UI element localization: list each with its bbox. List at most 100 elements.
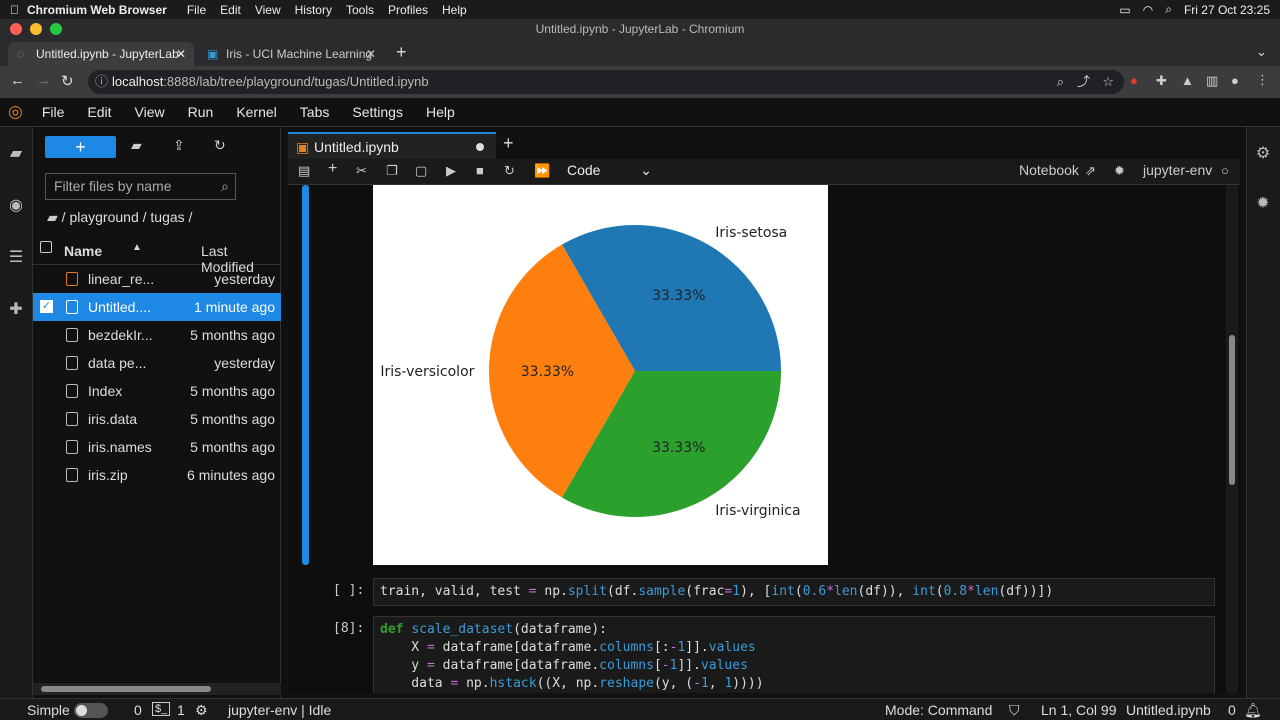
trusted-shield-icon[interactable]: ⛉ <box>1009 702 1020 719</box>
wifi-icon[interactable]: ◠ <box>1143 3 1153 17</box>
refresh-icon[interactable]: ↻ <box>214 137 226 154</box>
restart-icon[interactable]: ↻ <box>504 163 515 179</box>
url-field[interactable]: ⓘ localhost:8888/lab/tree/playground/tug… <box>88 70 1124 94</box>
kernels-count[interactable]: 1 <box>177 702 185 718</box>
reload-icon[interactable]: ↻ <box>61 72 74 90</box>
extension-manager-icon[interactable]: ✚ <box>6 299 26 319</box>
property-inspector-icon[interactable]: ⚙ <box>1253 143 1273 163</box>
new-folder-icon[interactable]: ▰ <box>131 137 142 154</box>
kernel-gear-icon[interactable]: ⚙ <box>195 702 208 719</box>
back-icon[interactable]: ← <box>10 72 25 89</box>
folder-icon[interactable]: ▰ <box>47 209 58 225</box>
jmenu-tabs[interactable]: Tabs <box>300 104 330 120</box>
cursor-position[interactable]: Ln 1, Col 99 <box>1041 702 1117 718</box>
cell-collapser[interactable] <box>302 185 309 565</box>
folder-icon[interactable]: ▰ <box>6 143 26 163</box>
bell-icon[interactable]: 🔔︎ <box>1244 702 1262 719</box>
apple-icon[interactable]:  <box>10 3 19 17</box>
run-all-icon[interactable]: ⏩ <box>534 163 550 179</box>
browser-tab-iris[interactable]: ▣ Iris - UCI Machine Learning ✕ <box>198 42 384 66</box>
new-launcher-button[interactable]: + <box>45 136 116 158</box>
zoom-window-icon[interactable] <box>50 23 62 35</box>
flask-icon[interactable]: ▲ <box>1181 73 1194 88</box>
mac-menu-help[interactable]: Help <box>442 3 467 17</box>
breadcrumb-path[interactable]: / playground / tugas / <box>62 209 193 225</box>
kernel-status[interactable]: jupyter-env | Idle <box>228 702 331 718</box>
cell-type-select[interactable]: Code ⌄ <box>567 162 652 178</box>
vertical-scrollbar[interactable] <box>1226 185 1238 693</box>
horizontal-scrollbar[interactable] <box>33 683 281 695</box>
mac-menu-view[interactable]: View <box>255 3 281 17</box>
add-cell-icon[interactable]: + <box>328 160 337 178</box>
file-row[interactable]: linear_re... yesterday <box>33 265 281 293</box>
stop-icon[interactable]: ■ <box>476 163 484 178</box>
code-cell-scale-dataset[interactable]: def scale_dataset(dataframe): X = datafr… <box>373 616 1215 693</box>
mac-menu-file[interactable]: File <box>187 3 206 17</box>
close-window-icon[interactable] <box>10 23 22 35</box>
close-tab-icon[interactable]: ✕ <box>366 42 376 66</box>
filter-files-input[interactable]: Filter files by name ⌕ <box>45 173 236 200</box>
unsaved-indicator-icon[interactable] <box>476 143 484 151</box>
file-row[interactable]: iris.names 5 months ago <box>33 433 281 461</box>
jmenu-kernel[interactable]: Kernel <box>236 104 276 120</box>
browser-menu-icon[interactable]: ⋮ <box>1256 72 1269 88</box>
tab-search-icon[interactable]: ⌄ <box>1256 44 1267 60</box>
app-name[interactable]: Chromium Web Browser <box>27 3 167 17</box>
scrollbar-thumb[interactable] <box>41 686 211 692</box>
zoom-icon[interactable]: ⌕ <box>1057 70 1064 94</box>
code-cell-split[interactable]: train, valid, test = np.split(df.sample(… <box>373 578 1215 606</box>
jmenu-run[interactable]: Run <box>188 104 214 120</box>
jmenu-help[interactable]: Help <box>426 104 455 120</box>
running-kernels-icon[interactable]: ◉ <box>6 195 26 215</box>
select-all-checkbox[interactable] <box>40 241 52 253</box>
jmenu-settings[interactable]: Settings <box>352 104 403 120</box>
forward-icon[interactable]: → <box>36 72 51 89</box>
paste-icon[interactable]: ▢ <box>415 163 427 179</box>
file-row-selected[interactable]: ✓ Untitled.... 1 minute ago <box>33 293 281 321</box>
upload-icon[interactable]: ⇪ <box>173 137 185 154</box>
new-tab-icon[interactable]: + <box>503 133 514 154</box>
site-info-icon[interactable]: ⓘ <box>95 70 108 94</box>
file-row[interactable]: iris.data 5 months ago <box>33 405 281 433</box>
search-icon[interactable]: ⌕ <box>1165 2 1172 17</box>
file-row[interactable]: bezdekIr... 5 months ago <box>33 321 281 349</box>
sidepanel-icon[interactable]: ▥ <box>1206 73 1218 89</box>
save-icon[interactable]: ▤ <box>298 163 310 179</box>
extensions-puzzle-icon[interactable]: ✚ <box>1156 73 1167 89</box>
terminals-count[interactable]: 0 <box>134 702 142 718</box>
jmenu-file[interactable]: File <box>42 104 65 120</box>
simple-mode-toggle[interactable] <box>74 703 108 718</box>
column-name-header[interactable]: Name <box>64 243 102 259</box>
scrollbar-thumb[interactable] <box>1229 335 1235 485</box>
battery-icon[interactable]: ▭ <box>1119 3 1130 17</box>
terminal-icon[interactable]: $_ <box>152 702 171 716</box>
minimize-window-icon[interactable] <box>30 23 42 35</box>
checked-checkbox-icon[interactable]: ✓ <box>40 300 53 313</box>
notebook-tab[interactable]: ▣ Untitled.ipynb <box>288 132 496 160</box>
sort-ascending-icon[interactable]: ▲ <box>132 242 142 253</box>
close-tab-icon[interactable]: ✕ <box>176 42 186 66</box>
browser-tab-jupyterlab[interactable]: ◌ Untitled.ipynb - JupyterLab ✕ <box>8 42 194 66</box>
mac-menu-profiles[interactable]: Profiles <box>388 3 428 17</box>
mac-menu-history[interactable]: History <box>295 3 332 17</box>
notifications-count[interactable]: 0 <box>1228 702 1236 718</box>
copy-icon[interactable]: ❐ <box>386 163 398 179</box>
kernel-name[interactable]: jupyter-env <box>1143 162 1212 178</box>
file-row[interactable]: iris.zip 6 minutes ago <box>33 461 281 489</box>
extension-record-icon[interactable]: ● <box>1130 73 1138 88</box>
run-icon[interactable]: ▶ <box>446 163 456 179</box>
gear-icon[interactable]: ✹ <box>1114 163 1125 179</box>
jmenu-edit[interactable]: Edit <box>87 104 111 120</box>
debugger-icon[interactable]: ✹ <box>1253 193 1273 213</box>
jmenu-view[interactable]: View <box>135 104 165 120</box>
file-row[interactable]: Index 5 months ago <box>33 377 281 405</box>
notebook-label[interactable]: Notebook <box>1019 162 1079 178</box>
profile-icon[interactable]: ● <box>1231 73 1239 88</box>
bookmark-star-icon[interactable]: ☆ <box>1102 70 1114 94</box>
mac-menu-tools[interactable]: Tools <box>346 3 374 17</box>
table-of-contents-icon[interactable]: ☰ <box>6 247 26 267</box>
clock[interactable]: Fri 27 Oct 23:25 <box>1184 3 1270 17</box>
file-row[interactable]: data pe... yesterday <box>33 349 281 377</box>
share-icon[interactable]: ⤴ <box>1077 70 1090 94</box>
breadcrumb[interactable]: ▰ / playground / tugas / <box>47 209 192 226</box>
